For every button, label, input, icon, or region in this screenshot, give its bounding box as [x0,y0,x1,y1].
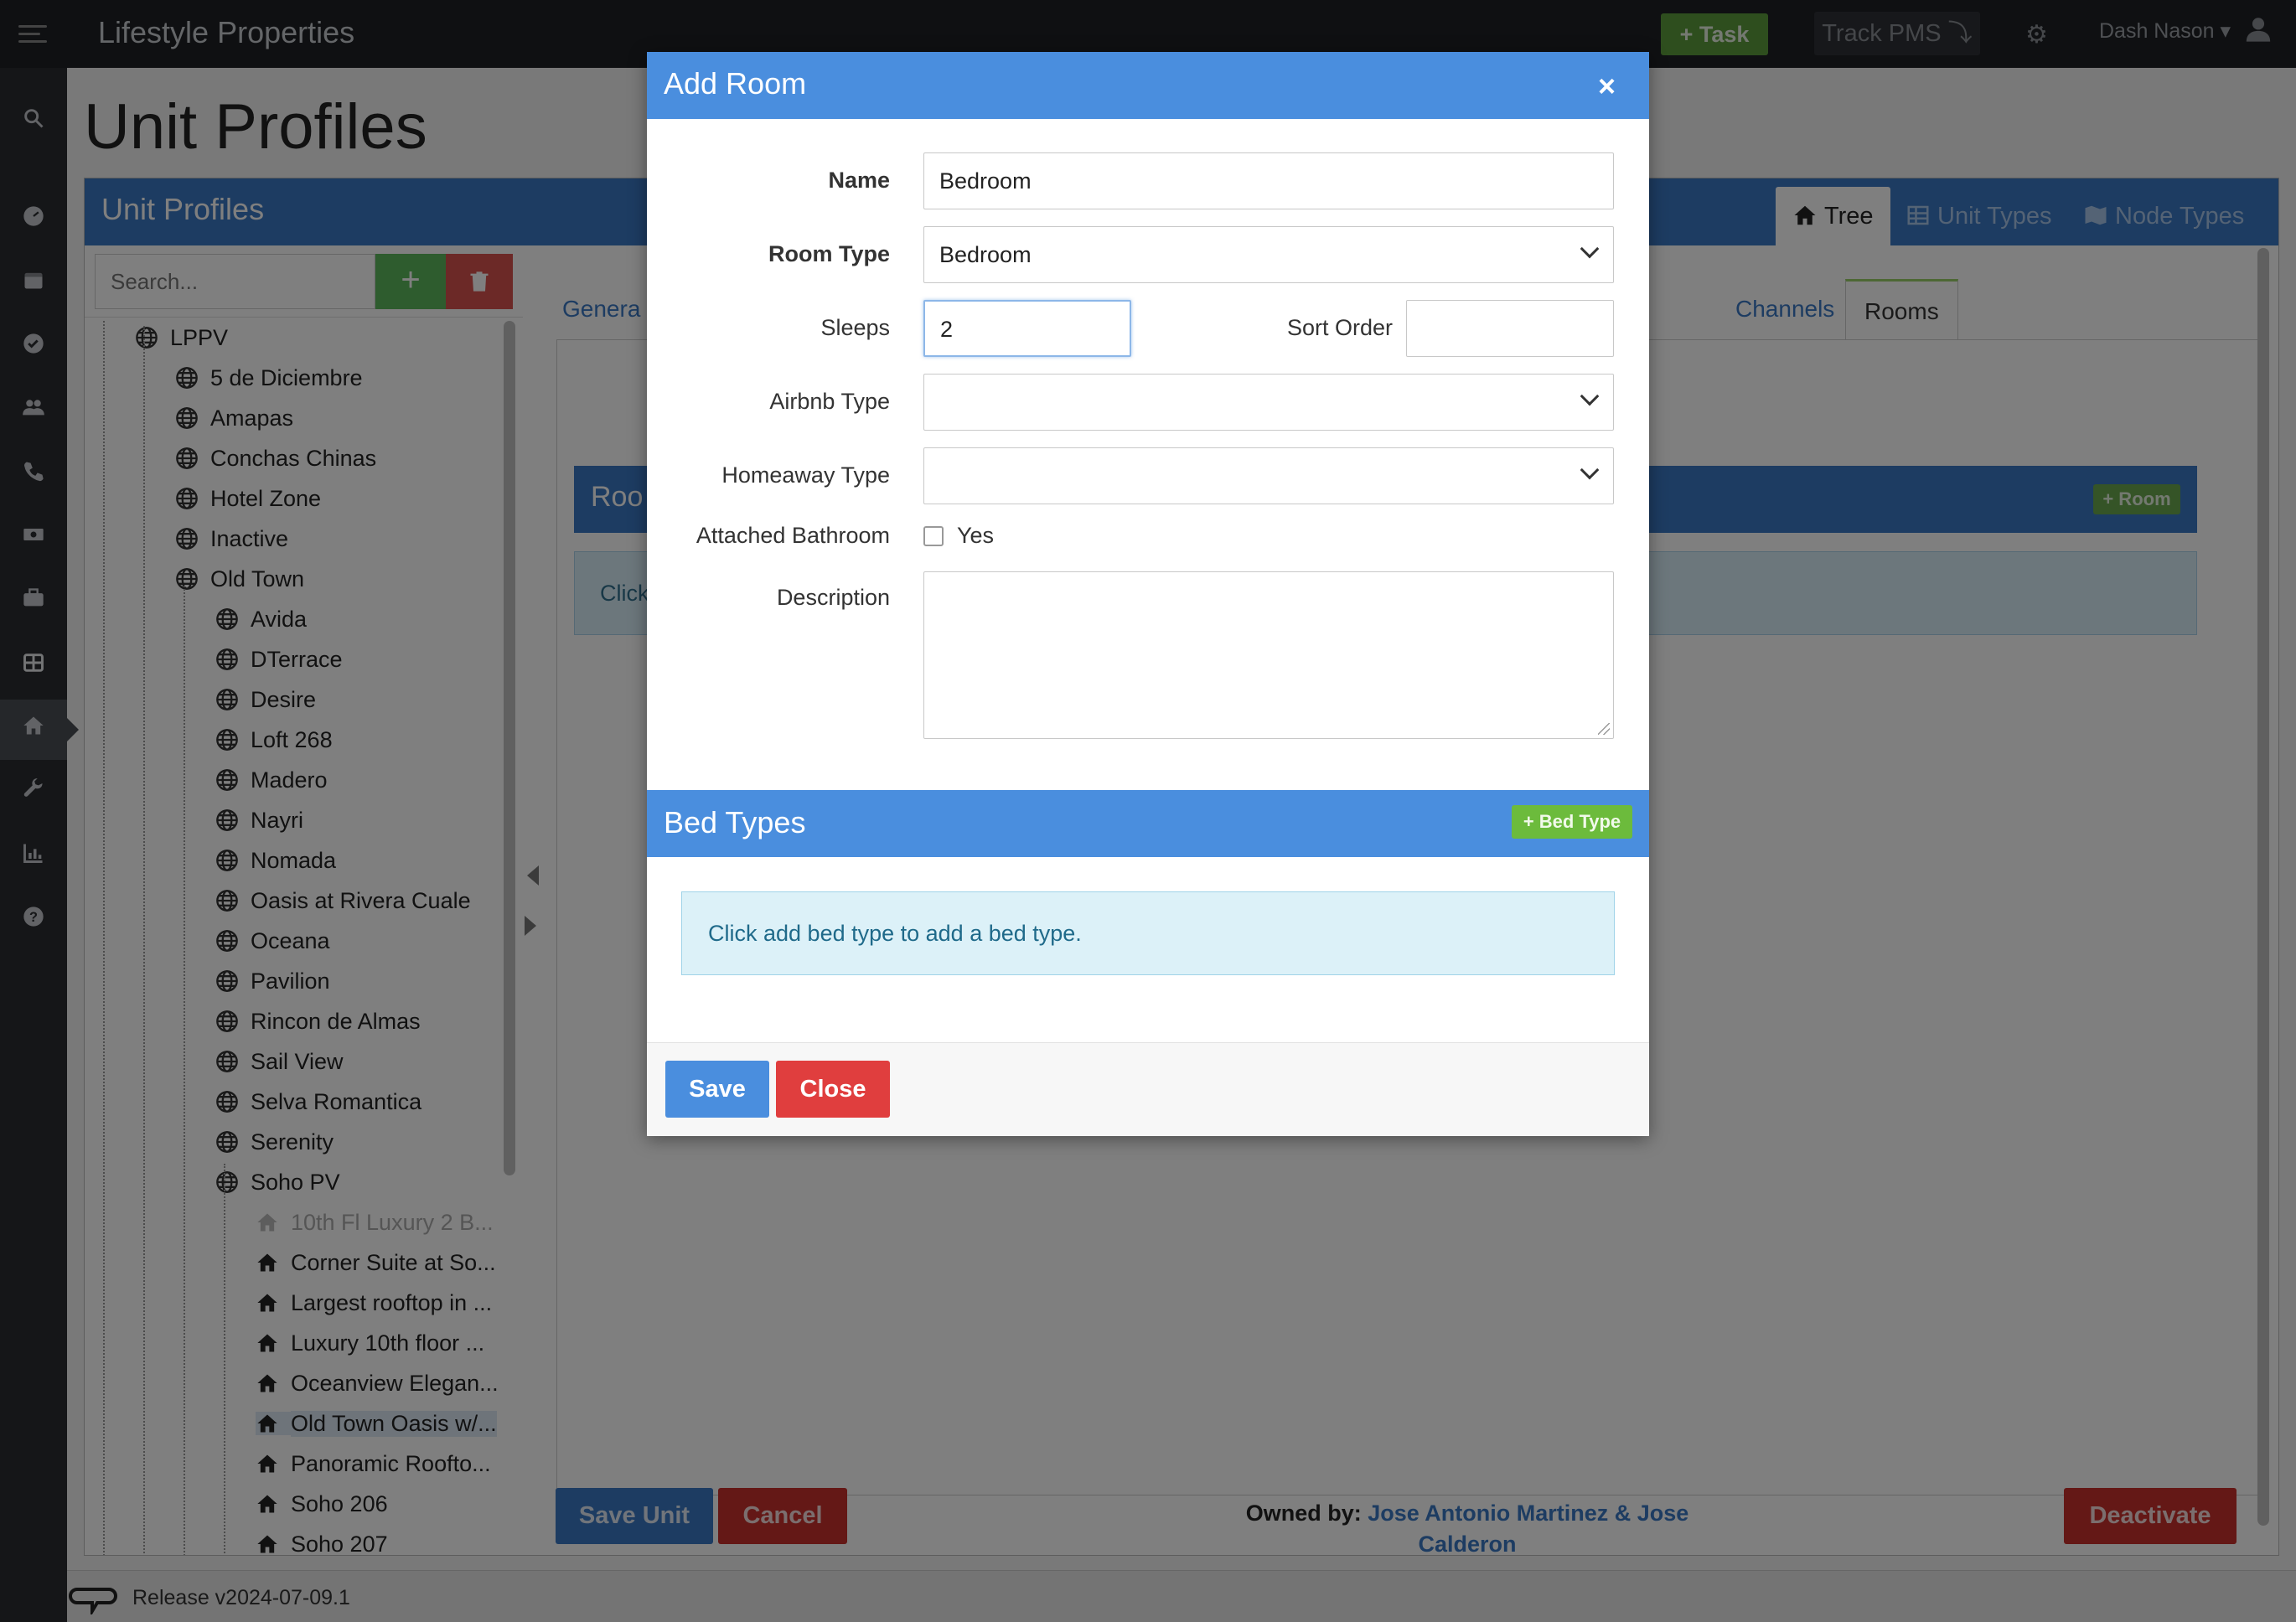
name-label: Name [828,168,890,193]
room-type-select[interactable]: Bedroom [923,226,1614,283]
add-bed-type-button[interactable]: + Bed Type [1512,805,1632,839]
resize-handle-icon[interactable] [1598,723,1610,735]
sleeps-label: Sleeps [820,315,890,340]
close-button[interactable]: Close [776,1061,890,1118]
room-type-value: Bedroom [939,242,1032,267]
sort-order-label: Sort Order [1286,315,1393,340]
modal-title: Add Room [664,66,807,101]
close-icon[interactable]: × [1598,71,1616,101]
name-input[interactable]: Bedroom [923,152,1614,209]
bed-types-title: Bed Types [664,805,806,839]
attached-bathroom-checkbox[interactable] [923,526,944,546]
description-textarea[interactable] [923,571,1614,739]
chevron-down-icon [1580,386,1600,406]
bed-types-info-alert: Click add bed type to add a bed type. [681,891,1615,975]
add-room-modal: Add Room × Name Bedroom Room Type Bedroo… [647,52,1649,1136]
modal-header: Add Room × [647,52,1649,119]
chevron-down-icon [1580,460,1600,480]
homeaway-type-label: Homeaway Type [721,462,890,488]
airbnb-type-select[interactable] [923,374,1614,431]
sleeps-input[interactable]: 2 [923,300,1131,357]
description-label: Description [776,585,890,610]
airbnb-type-label: Airbnb Type [769,389,890,414]
attached-bathroom-option[interactable]: Yes [957,523,994,549]
attached-bathroom-label: Attached Bathroom [696,523,890,548]
bed-types-header: Bed Types + Bed Type [647,790,1649,857]
homeaway-type-select[interactable] [923,447,1614,504]
modal-footer: Save Close [647,1042,1649,1136]
sort-order-input[interactable] [1406,300,1614,357]
save-button[interactable]: Save [665,1061,769,1118]
chevron-down-icon [1580,239,1600,259]
room-type-label: Room Type [768,241,890,266]
